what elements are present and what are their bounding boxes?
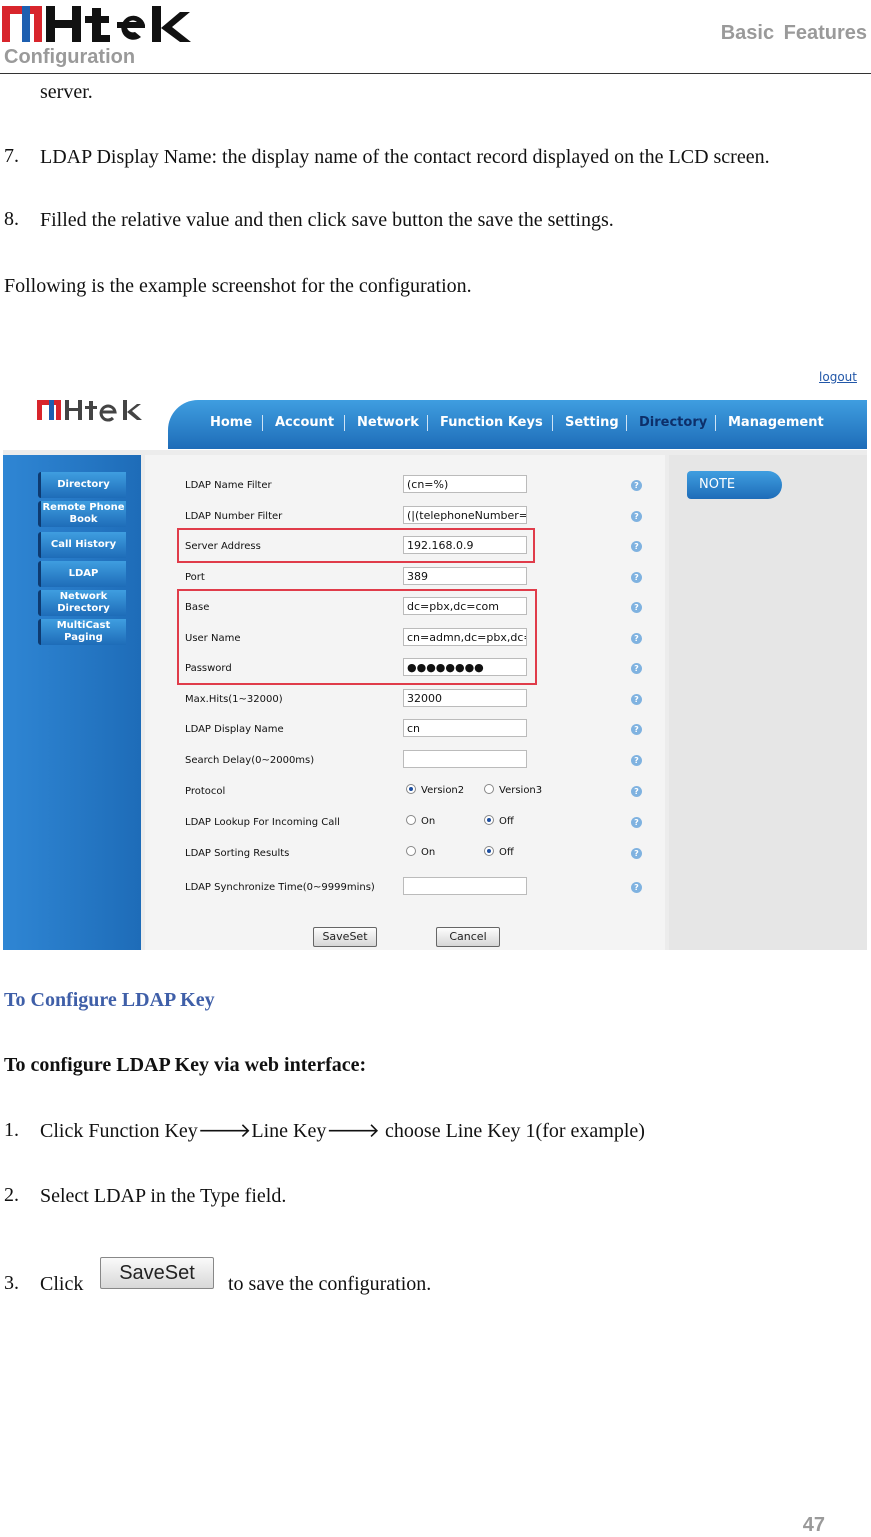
lookup-incoming-off-radio[interactable] xyxy=(484,815,494,825)
search-delay-input[interactable] xyxy=(403,750,527,768)
ldap-display-name-input[interactable]: cn xyxy=(403,719,527,737)
lookup-incoming-on-label: On xyxy=(421,816,436,827)
nav-management[interactable]: Management xyxy=(728,415,824,430)
protocol-version2-radio[interactable] xyxy=(406,784,416,794)
field-label-protocol: Protocol xyxy=(185,786,226,797)
list-item-7-text: LDAP Display Name: the display name of t… xyxy=(40,146,770,168)
field-label-synchronize-time: LDAP Synchronize Time(0~9999mins) xyxy=(185,882,375,893)
saveset-button[interactable]: SaveSet xyxy=(313,927,377,947)
sorting-off-label: Off xyxy=(499,847,514,858)
page-number: 47 xyxy=(802,1514,825,1536)
sidebar-item-network-directory[interactable]: Network Directory xyxy=(38,590,126,616)
sidebar-item-remote-phone-book[interactable]: Remote Phone Book xyxy=(38,501,126,527)
lookup-incoming-off-label: Off xyxy=(499,816,514,827)
help-icon[interactable]: ? xyxy=(631,572,642,583)
max-hits-input[interactable]: 32000 xyxy=(403,689,527,707)
screenshot-sidebar xyxy=(3,455,141,950)
step-1-text: Click Function Key🡒Line Key🡒 choose Line… xyxy=(40,1119,645,1143)
help-icon[interactable]: ? xyxy=(631,511,642,522)
step-2-text: Select LDAP in the Type field. xyxy=(40,1185,287,1207)
header-section-label: Configuration xyxy=(4,46,136,68)
field-label-ldap-number-filter: LDAP Number Filter xyxy=(185,511,283,522)
help-icon[interactable]: ? xyxy=(631,724,642,735)
cancel-button[interactable]: Cancel xyxy=(436,927,500,947)
help-icon[interactable]: ? xyxy=(631,882,642,893)
sidebar-item-ldap[interactable]: LDAP xyxy=(38,561,126,587)
arrow-right-icon: 🡒 xyxy=(326,1120,381,1142)
note-tab: NOTE xyxy=(687,471,782,499)
header-divider xyxy=(0,73,871,74)
field-label-search-delay: Search Delay(0~2000ms) xyxy=(185,755,315,766)
nav-directory[interactable]: Directory xyxy=(639,415,707,430)
nav-separator xyxy=(626,415,627,431)
protocol-version3-radio[interactable] xyxy=(484,784,494,794)
nav-separator xyxy=(552,415,553,431)
text-following: Following is the example screenshot for … xyxy=(4,275,472,297)
nav-setting[interactable]: Setting xyxy=(565,415,619,430)
field-label-sorting-results: LDAP Sorting Results xyxy=(185,848,290,859)
step-1-part-a: Click Function Key xyxy=(40,1120,198,1142)
help-icon[interactable]: ? xyxy=(631,848,642,859)
ldap-name-filter-input[interactable]: (cn=%) xyxy=(403,475,527,493)
subheading-web-interface: To configure LDAP Key via web interface: xyxy=(4,1054,367,1076)
section-heading-ldap-key: To Configure LDAP Key xyxy=(4,989,215,1011)
htek-logo xyxy=(2,6,191,42)
help-icon[interactable]: ? xyxy=(631,602,642,613)
field-label-lookup-incoming: LDAP Lookup For Incoming Call xyxy=(185,817,340,828)
note-panel xyxy=(669,455,867,950)
help-icon[interactable]: ? xyxy=(631,480,642,491)
nav-separator xyxy=(344,415,345,431)
screenshot-htek-logo xyxy=(37,400,142,422)
field-label-max-hits: Max.Hits(1~32000) xyxy=(185,694,283,705)
help-icon[interactable]: ? xyxy=(631,694,642,705)
synchronize-time-input[interactable] xyxy=(403,877,527,895)
help-icon[interactable]: ? xyxy=(631,663,642,674)
nav-separator xyxy=(715,415,716,431)
help-icon[interactable]: ? xyxy=(631,633,642,644)
field-label-port: Port xyxy=(185,572,205,583)
saveset-inline-button: SaveSet xyxy=(100,1257,214,1289)
nav-home[interactable]: Home xyxy=(210,415,252,430)
highlight-credentials xyxy=(177,589,537,685)
step-number-2: 2. xyxy=(4,1184,19,1206)
step-1-part-b: Line Key xyxy=(251,1120,327,1142)
ldap-config-screenshot: logout Home Account Network Function Key… xyxy=(3,370,867,950)
list-item-8-text: Filled the relative value and then click… xyxy=(40,209,614,231)
sidebar-item-directory[interactable]: Directory xyxy=(38,472,126,498)
protocol-version2-label: Version2 xyxy=(421,785,465,796)
nav-network[interactable]: Network xyxy=(357,415,419,430)
arrow-right-icon: 🡒 xyxy=(197,1120,252,1142)
ldap-number-filter-input[interactable]: (|(telephoneNumber=% xyxy=(403,506,527,524)
step-1-part-c: choose Line Key 1(for example) xyxy=(380,1120,645,1142)
lookup-incoming-on-radio[interactable] xyxy=(406,815,416,825)
help-icon[interactable]: ? xyxy=(631,755,642,766)
sidebar-item-multicast-paging[interactable]: MultiCast Paging xyxy=(38,619,126,645)
port-input[interactable]: 389 xyxy=(403,567,527,585)
field-label-ldap-name-filter: LDAP Name Filter xyxy=(185,480,272,491)
sorting-on-radio[interactable] xyxy=(406,846,416,856)
sorting-on-label: On xyxy=(421,847,436,858)
nav-account[interactable]: Account xyxy=(275,415,334,430)
step-3-click-text: Click xyxy=(40,1273,84,1295)
help-icon[interactable]: ? xyxy=(631,541,642,552)
step-number-1: 1. xyxy=(4,1119,19,1141)
highlight-server-address xyxy=(177,528,535,563)
step-number-3: 3. xyxy=(4,1272,19,1294)
sidebar-item-call-history[interactable]: Call History xyxy=(38,532,126,558)
help-icon[interactable]: ? xyxy=(631,817,642,828)
logout-link[interactable]: logout xyxy=(819,370,857,384)
help-icon[interactable]: ? xyxy=(631,786,642,797)
nav-function-keys[interactable]: Function Keys xyxy=(440,415,543,430)
text-server-continuation: server. xyxy=(40,81,93,103)
list-number-7: 7. xyxy=(4,145,19,167)
sorting-off-radio[interactable] xyxy=(484,846,494,856)
list-number-8: 8. xyxy=(4,208,19,230)
nav-separator xyxy=(427,415,428,431)
field-label-ldap-display-name: LDAP Display Name xyxy=(185,724,284,735)
header-chapter-title: Basic Features xyxy=(720,22,867,44)
step-3-save-text: to save the configuration. xyxy=(228,1273,432,1295)
protocol-version3-label: Version3 xyxy=(499,785,543,796)
nav-separator xyxy=(262,415,263,431)
